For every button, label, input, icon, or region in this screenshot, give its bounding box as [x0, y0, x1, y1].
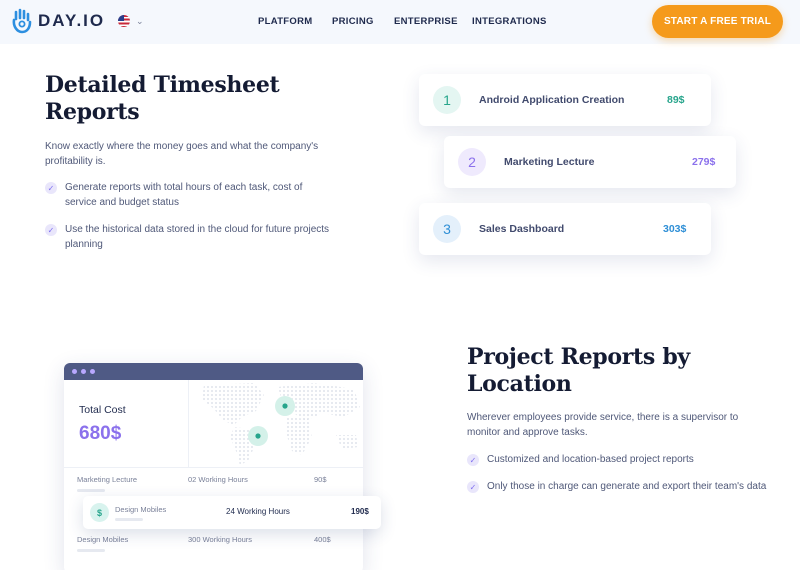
nav-pricing[interactable]: PRICING [332, 16, 374, 27]
row-name: Design Mobiles [77, 535, 129, 544]
nav-platform[interactable]: PLATFORM [258, 16, 312, 27]
location-title: Project Reports by Location [467, 344, 690, 397]
report-card-3: 3 Sales Dashboard 303$ [419, 203, 711, 255]
location-marker-icon [282, 403, 288, 409]
report-title: Marketing Lecture [504, 156, 595, 168]
report-price: 303$ [663, 223, 687, 235]
check-icon: ✓ [45, 224, 57, 236]
location-marker-icon [255, 433, 261, 439]
report-card-2: 2 Marketing Lecture 279$ [444, 136, 736, 188]
highlighted-row: $ Design Mobiles 24 Working Hours 190$ [83, 496, 381, 529]
report-number: 3 [433, 215, 461, 243]
check-icon: ✓ [467, 454, 479, 466]
world-map [202, 383, 360, 465]
timesheet-bullet-1: ✓ Generate reports with total hours of e… [45, 180, 335, 210]
timesheet-title: Detailed Timesheet Reports [45, 72, 280, 125]
report-number: 2 [458, 148, 486, 176]
report-price: 89$ [667, 94, 685, 106]
report-title: Sales Dashboard [479, 223, 565, 235]
start-free-trial-button[interactable]: START A FREE TRIAL [652, 5, 783, 38]
window-dot [90, 369, 95, 374]
row-hours: 02 Working Hours [188, 475, 248, 484]
window-titlebar [64, 363, 363, 380]
row-cost: 400$ [314, 535, 331, 544]
row-placeholder-bar [77, 549, 105, 552]
row-name: Design Mobiles [115, 505, 167, 514]
window-dot [81, 369, 86, 374]
row-hours: 24 Working Hours [226, 507, 290, 516]
report-number: 1 [433, 86, 461, 114]
bullet-text: Use the historical data stored in the cl… [65, 224, 330, 250]
report-title: Android Application Creation [479, 94, 625, 106]
timesheet-bullet-2: ✓ Use the historical data stored in the … [45, 222, 335, 252]
location-bullet-2: ✓ Only those in charge can generate and … [467, 479, 767, 494]
row-name: Marketing Lecture [77, 475, 138, 484]
window-dot [72, 369, 77, 374]
location-description: Wherever employees provide service, ther… [467, 412, 739, 438]
report-card-1: 1 Android Application Creation 89$ [419, 74, 711, 126]
bullet-text: Generate reports with total hours of eac… [65, 182, 303, 208]
dashboard-preview: Total Cost 680$ Marketing Lecture 02 Wor… [64, 363, 363, 570]
check-icon: ✓ [467, 481, 479, 493]
row-placeholder-bar [115, 518, 143, 521]
timesheet-description: Know exactly where the money goes and wh… [45, 141, 319, 167]
row-hours: 300 Working Hours [188, 535, 253, 544]
row-cost: 90$ [314, 475, 327, 484]
dollar-coin-icon: $ [90, 503, 109, 522]
row-cost: 190$ [351, 507, 369, 516]
nav-enterprise[interactable]: ENTERPRISE [394, 16, 458, 27]
total-cost-value: 680$ [79, 423, 122, 444]
nav-integrations[interactable]: INTEGRATIONS [472, 16, 547, 27]
row-placeholder-bar [77, 489, 105, 492]
divider [188, 380, 189, 468]
total-cost-label: Total Cost [79, 404, 126, 416]
bullet-text: Only those in charge can generate and ex… [487, 481, 767, 492]
divider [64, 467, 363, 468]
check-icon: ✓ [45, 182, 57, 194]
site-header: DAY.IO ⌄ PLATFORM PRICING ENTERPRISE INT… [0, 0, 800, 44]
report-price: 279$ [692, 156, 716, 168]
location-bullet-1: ✓ Customized and location-based project … [467, 452, 767, 467]
bullet-text: Customized and location-based project re… [487, 454, 694, 465]
